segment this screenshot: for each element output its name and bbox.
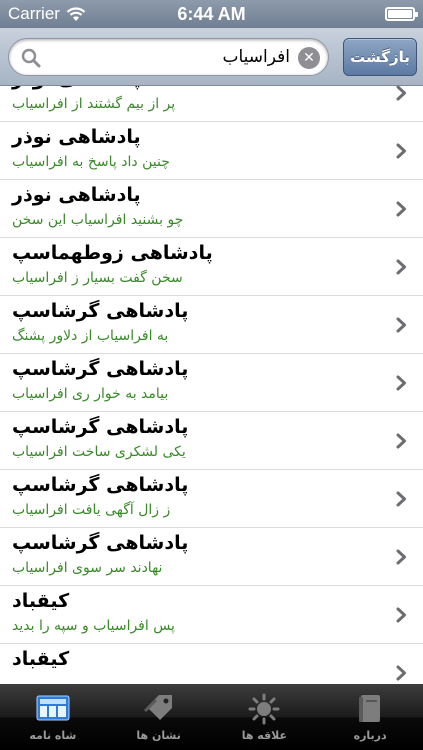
list-item[interactable]: پادشاهی نوذر چنین داد پاسخ به افراسیاب bbox=[0, 122, 423, 180]
tag-icon bbox=[143, 695, 172, 720]
list-item-subtitle: چو بشنید افراسیاب این سخن bbox=[12, 212, 184, 228]
search-field[interactable]: ✕ bbox=[8, 38, 329, 76]
chevron-right-icon bbox=[396, 317, 406, 333]
carrier-label: Carrier bbox=[8, 4, 60, 23]
tab-shahnameh[interactable]: شاه نامه bbox=[3, 687, 103, 747]
chevron-right-icon bbox=[396, 143, 406, 159]
list-item[interactable]: پادشاهی گرشاسپ ز زال آگهی یافت افراسیاب bbox=[0, 470, 423, 528]
list-item-title: پادشاهی نوذر bbox=[12, 86, 372, 90]
list-item-title: پادشاهی نوذر bbox=[12, 126, 141, 148]
list-item-subtitle: چنین داد پاسخ به افراسیاب bbox=[12, 154, 170, 170]
list-item-title: پادشاهی نوذر bbox=[12, 184, 141, 206]
list-item-subtitle: یکی لشکری ساخت افراسیاب bbox=[12, 444, 186, 460]
list-item[interactable]: پادشاهی گرشاسپ بیامد به خوار ری افراسیاب bbox=[0, 354, 423, 412]
list-item[interactable]: پادشاهی نوذر چو بشنید افراسیاب این سخن bbox=[0, 180, 423, 238]
list-item-title: پادشاهی گرشاسپ bbox=[12, 474, 189, 496]
chevron-right-icon bbox=[396, 375, 406, 391]
list-item[interactable]: کیقباد پس افراسیاب و سپه را بدید bbox=[0, 586, 423, 644]
list-item-title: پادشاهی گرشاسپ bbox=[12, 300, 189, 322]
tab-label: نشان ها bbox=[136, 729, 181, 742]
book-shelf-icon bbox=[36, 695, 70, 721]
tab-favorites[interactable]: علاقه ها bbox=[215, 687, 315, 747]
chevron-right-icon bbox=[396, 607, 406, 623]
list-item[interactable]: کیقباد bbox=[0, 644, 423, 684]
list-item[interactable]: پادشاهی نوذر پر از بیم گشتند از افراسیاب bbox=[0, 86, 423, 122]
list-item[interactable]: پادشاهی زوطهماسپ سخن گفت بسیار ز افراسیاب bbox=[0, 238, 423, 296]
chevron-right-icon bbox=[396, 201, 406, 217]
clear-icon[interactable]: ✕ bbox=[298, 47, 320, 69]
tab-label: درباره bbox=[353, 729, 387, 742]
sun-icon bbox=[248, 693, 280, 725]
list-item-subtitle: بیامد به خوار ری افراسیاب bbox=[12, 386, 169, 402]
list-item[interactable]: پادشاهی گرشاسپ نهادند سر سوی افراسیاب bbox=[0, 528, 423, 586]
chevron-right-icon bbox=[396, 665, 406, 681]
wifi-icon bbox=[66, 6, 86, 21]
list-item-title: پادشاهی گرشاسپ bbox=[12, 358, 189, 380]
chevron-right-icon bbox=[396, 491, 406, 507]
results-list[interactable]: پادشاهی نوذرپر از بیم گشتند از افراسیابپ… bbox=[0, 86, 423, 684]
list-item-subtitle: به افراسیاب از دلاور پشنگ bbox=[12, 328, 169, 344]
battery-icon bbox=[385, 7, 418, 21]
tab-label: علاقه ها bbox=[241, 729, 288, 742]
list-item-subtitle: پس افراسیاب و سپه را بدید bbox=[12, 618, 175, 634]
list-item-title: پادشاهی گرشاسپ bbox=[12, 416, 189, 438]
list-item-subtitle: نهادند سر سوی افراسیاب bbox=[12, 560, 163, 576]
list-item[interactable]: پادشاهی گرشاسپ به افراسیاب از دلاور پشنگ bbox=[0, 296, 423, 354]
list-item-title: پادشاهی زوطهماسپ bbox=[12, 242, 213, 264]
search-bar: ✕ بازگشت bbox=[0, 28, 423, 86]
list-item-subtitle: پر از بیم گشتند از افراسیاب bbox=[12, 96, 176, 112]
book-icon bbox=[359, 695, 381, 722]
status-left: Carrier bbox=[8, 4, 86, 24]
search-input[interactable] bbox=[49, 39, 290, 75]
chevron-right-icon bbox=[396, 433, 406, 449]
list-item-subtitle: ز زال آگهی یافت افراسیاب bbox=[12, 502, 171, 518]
status-bar: Carrier 6:44 AM bbox=[0, 0, 423, 28]
chevron-right-icon bbox=[396, 86, 406, 101]
list-item-title: کیقباد bbox=[12, 590, 70, 612]
search-icon bbox=[21, 48, 41, 68]
battery-fill bbox=[388, 10, 412, 18]
list-item-title: پادشاهی گرشاسپ bbox=[12, 532, 189, 554]
back-button[interactable]: بازگشت bbox=[343, 38, 417, 76]
tab-label: شاه نامه bbox=[29, 729, 77, 742]
tab-bookmarks[interactable]: نشان ها bbox=[109, 687, 209, 747]
list-item-title: کیقباد bbox=[12, 648, 70, 670]
results-list-inner: پادشاهی نوذرپر از بیم گشتند از افراسیابپ… bbox=[0, 86, 423, 684]
list-item-subtitle: سخن گفت بسیار ز افراسیاب bbox=[12, 270, 183, 286]
chevron-right-icon bbox=[396, 259, 406, 275]
chevron-right-icon bbox=[396, 549, 406, 565]
tab-bar: شاه نامه نشان ها علاقه ها درباره bbox=[0, 684, 423, 750]
tab-about[interactable]: درباره bbox=[320, 687, 420, 747]
list-item[interactable]: پادشاهی گرشاسپ یکی لشکری ساخت افراسیاب bbox=[0, 412, 423, 470]
